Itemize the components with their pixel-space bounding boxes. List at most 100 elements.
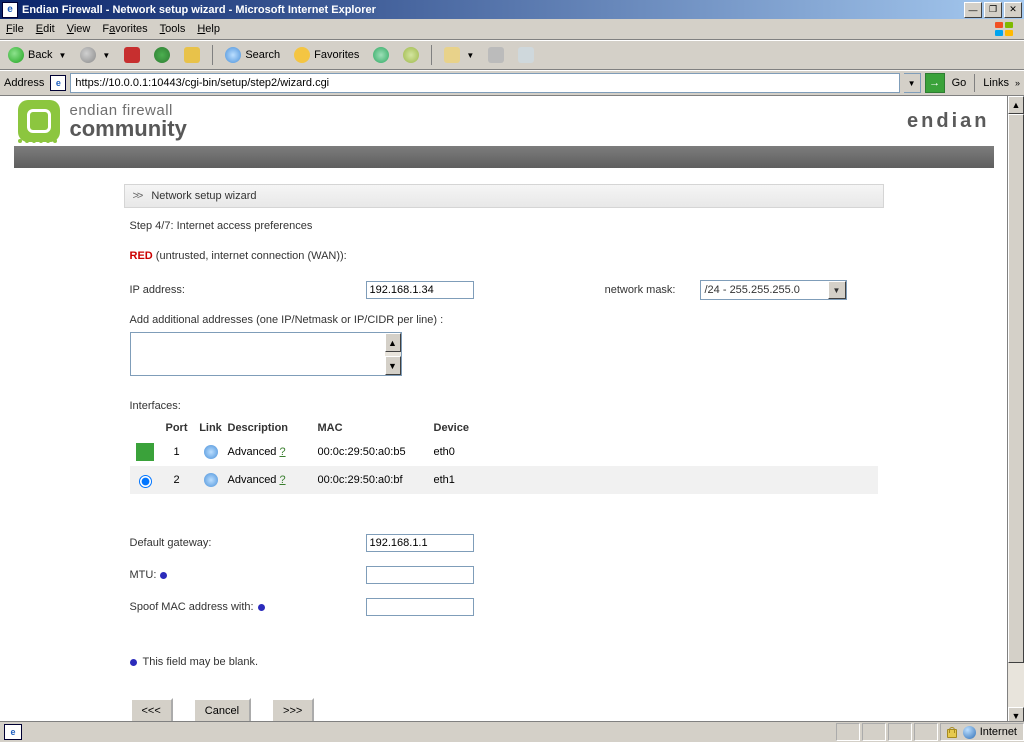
link-status-icon (204, 473, 218, 487)
stop-button[interactable] (120, 45, 144, 65)
link-status-icon (204, 445, 218, 459)
device-cell: eth0 (434, 446, 484, 458)
netmask-label: network mask: (546, 284, 700, 296)
address-label: Address (4, 77, 44, 89)
menu-tools[interactable]: Tools (160, 23, 186, 35)
star-icon (294, 47, 310, 63)
mac-cell: 00:0c:29:50:a0:b5 (318, 446, 434, 458)
breadcrumb: Network setup wizard (151, 190, 256, 202)
links-label[interactable]: Links (983, 77, 1009, 89)
home-icon (184, 47, 200, 63)
spoof-mac-input[interactable] (366, 598, 474, 616)
restore-button[interactable]: ❐ (984, 2, 1002, 18)
gateway-input[interactable] (366, 534, 474, 552)
menu-help[interactable]: Help (197, 23, 220, 35)
mtu-label: MTU: (130, 569, 157, 581)
windows-logo-icon (990, 19, 1018, 39)
interfaces-table: Port Link Description MAC Device 1 Advan (130, 418, 878, 494)
desc-cell: Advanced? (228, 446, 318, 458)
zone-label: Internet (980, 726, 1017, 738)
page-area: endian firewall community endian >> Netw… (0, 96, 1024, 725)
globe-icon (963, 726, 976, 739)
addressbar-separator (974, 74, 975, 92)
status-pane (836, 723, 860, 741)
scroll-up-icon[interactable]: ▲ (385, 333, 401, 352)
gateway-label: Default gateway: (130, 537, 366, 549)
links-chevron-icon[interactable]: » (1015, 78, 1020, 88)
search-button[interactable]: Search (221, 45, 284, 65)
page-icon: e (50, 75, 66, 91)
help-icon[interactable]: ? (279, 474, 285, 486)
scroll-down-icon[interactable]: ▼ (385, 356, 401, 375)
table-row: 2 Advanced? 00:0c:29:50:a0:bf eth1 (130, 466, 878, 494)
toolbar-separator (431, 45, 432, 65)
edit-button[interactable] (514, 45, 538, 65)
url-input[interactable] (70, 73, 899, 93)
device-cell: eth1 (434, 474, 484, 486)
mail-button[interactable]: ▼ (440, 45, 478, 65)
history-button[interactable] (399, 45, 423, 65)
interfaces-label: Interfaces: (130, 400, 878, 412)
menu-file[interactable]: File (6, 23, 24, 35)
menu-edit[interactable]: Edit (36, 23, 55, 35)
refresh-icon (154, 47, 170, 63)
help-icon[interactable]: ? (279, 446, 285, 458)
back-button[interactable]: Back▼ (4, 45, 70, 65)
table-row: 1 Advanced? 00:0c:29:50:a0:b5 eth0 (130, 438, 878, 466)
red-desc: (untrusted, internet connection (WAN)): (153, 250, 347, 262)
ip-input[interactable] (366, 281, 474, 299)
optional-icon (130, 659, 137, 666)
scroll-up-icon[interactable]: ▲ (1008, 96, 1024, 114)
stop-icon (124, 47, 140, 63)
mtu-input[interactable] (366, 566, 474, 584)
media-button[interactable] (369, 45, 393, 65)
forward-button[interactable]: ▼ (76, 45, 114, 65)
interface-radio[interactable] (139, 475, 152, 488)
go-label: Go (952, 77, 967, 89)
additional-addresses-field[interactable]: ▲ ▼ (130, 332, 402, 376)
media-icon (373, 47, 389, 63)
toolbar-separator (212, 45, 213, 65)
home-button[interactable] (180, 45, 204, 65)
brand-header: endian firewall community endian (14, 96, 994, 146)
forward-icon (80, 47, 96, 63)
mac-cell: 00:0c:29:50:a0:bf (318, 474, 434, 486)
menubar: File Edit View Favorites Tools Help (0, 19, 1024, 40)
netmask-select[interactable]: /24 - 255.255.255.0 ▼ (700, 280, 847, 300)
textarea-scrollbar[interactable]: ▲ ▼ (385, 333, 401, 375)
desc-cell: Advanced? (228, 474, 318, 486)
menu-favorites[interactable]: Favorites (102, 23, 147, 35)
breadcrumb-chevron-icon: >> (133, 190, 142, 202)
scroll-thumb[interactable] (1008, 114, 1024, 663)
status-pane (862, 723, 886, 741)
statusbar: e Internet (0, 721, 1024, 742)
interface-assigned-icon (136, 443, 154, 461)
status-pane (914, 723, 938, 741)
panel-header: >> Network setup wizard (124, 184, 884, 208)
optional-icon (160, 572, 167, 579)
status-pane (888, 723, 912, 741)
mail-icon (444, 47, 460, 63)
ie-icon: e (2, 2, 18, 18)
back-icon (8, 47, 24, 63)
vertical-scrollbar[interactable]: ▲ ▼ (1007, 96, 1024, 725)
brand-right: endian (907, 110, 989, 133)
close-button[interactable]: ✕ (1004, 2, 1022, 18)
go-button[interactable]: → (925, 73, 945, 93)
print-button[interactable] (484, 45, 508, 65)
url-dropdown-button[interactable]: ▼ (904, 73, 921, 93)
header-graybar (14, 146, 994, 168)
edit-icon (518, 47, 534, 63)
page-status-icon: e (4, 724, 22, 740)
netmask-value: /24 - 255.255.255.0 (701, 284, 828, 296)
refresh-button[interactable] (150, 45, 174, 65)
port-cell: 2 (160, 474, 194, 486)
favorites-button[interactable]: Favorites (290, 45, 363, 65)
minimize-button[interactable]: — (964, 2, 982, 18)
step-title: Step 4/7: Internet access preferences (130, 220, 878, 232)
security-zone[interactable]: Internet (940, 723, 1024, 741)
toolbar: Back▼ ▼ Search Favorites ▼ (0, 40, 1024, 70)
endian-logo-icon (18, 100, 60, 142)
menu-view[interactable]: View (67, 23, 91, 35)
table-header: Port Link Description MAC Device (130, 418, 878, 438)
